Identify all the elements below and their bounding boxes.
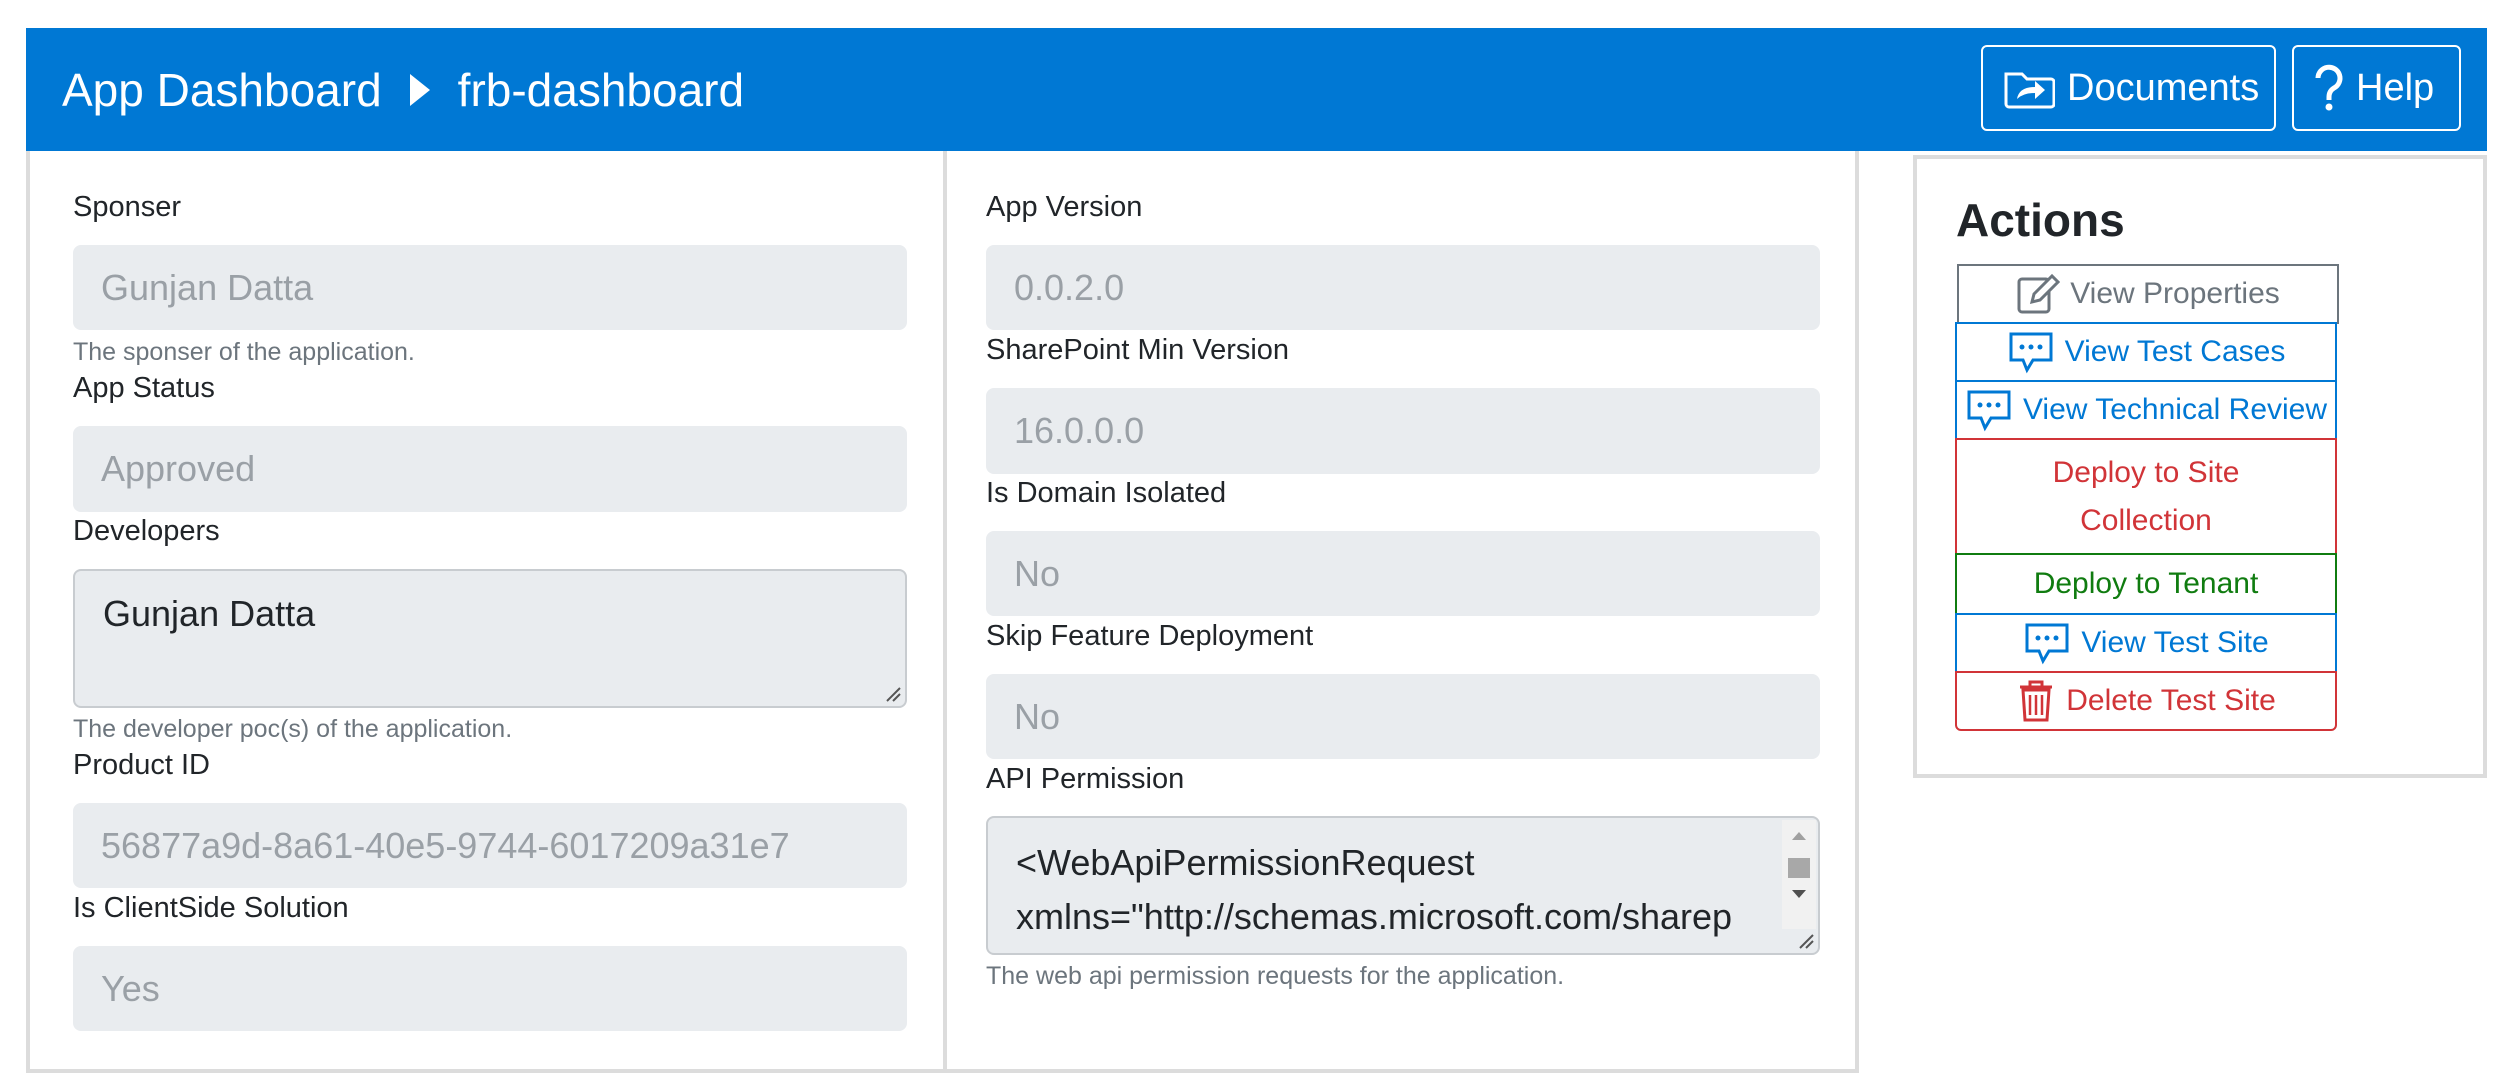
deploy-site-collection-label-1: Deploy to Site — [2052, 455, 2240, 489]
comment-dots-icon — [2025, 623, 2069, 665]
developers-help: The developer poc(s) of the application. — [73, 715, 513, 743]
version-label: App Version — [986, 191, 1143, 223]
developers-label: Developers — [73, 515, 220, 547]
sp-min-version-label: SharePoint Min Version — [986, 334, 1290, 366]
trash-icon — [2020, 680, 2053, 722]
api-permission-help: The web api permission requests for the … — [986, 962, 1565, 990]
status-field[interactable]: Approved — [73, 426, 907, 512]
view-technical-review-button[interactable]: View Technical Review — [1955, 380, 2337, 440]
clientside-field[interactable]: Yes — [73, 946, 907, 1031]
breadcrumb-current: frb-dashboard — [457, 63, 745, 116]
delete-test-site-label: Delete Test Site — [2066, 684, 2276, 717]
sponser-label: Sponser — [73, 191, 182, 223]
documents-button[interactable]: Documents — [1981, 45, 2276, 131]
api-permission-scrollbar[interactable] — [1782, 820, 1816, 929]
sponser-help: The sponser of the application. — [73, 338, 415, 366]
developers-value: Gunjan Datta — [103, 593, 316, 634]
comment-dots-icon — [2009, 332, 2053, 374]
delete-test-site-button[interactable]: Delete Test Site — [1955, 671, 2337, 731]
actions-panel: Actions View Properties View Test Cases … — [1913, 155, 2487, 778]
resize-grip-icon[interactable] — [883, 684, 901, 702]
scroll-down-arrow-icon[interactable] — [1782, 882, 1816, 906]
help-button[interactable]: Help — [2292, 45, 2461, 131]
breadcrumb: App Dashboard frb-dashboard — [62, 28, 744, 151]
app-header: App Dashboard frb-dashboard Documents He… — [26, 28, 2487, 151]
edit-icon — [2017, 273, 2061, 314]
deploy-tenant-button[interactable]: Deploy to Tenant — [1955, 553, 2337, 615]
folder-share-icon — [2004, 72, 2055, 109]
view-properties-button[interactable]: View Properties — [1957, 264, 2339, 324]
api-permission-line-1: <WebApiPermissionRequest — [1016, 842, 1475, 883]
sp-min-version-field[interactable]: 16.0.0.0 — [986, 388, 1820, 474]
clientside-label: Is ClientSide Solution — [73, 892, 349, 924]
breadcrumb-root[interactable]: App Dashboard — [62, 63, 382, 117]
view-test-cases-label: View Test Cases — [2064, 335, 2286, 368]
view-test-site-button[interactable]: View Test Site — [1955, 613, 2337, 673]
product-id-field[interactable]: 56877a9d-8a61-40e5-9744-6017209a31e7 — [73, 803, 907, 888]
comment-dots-icon — [1967, 390, 2011, 432]
view-test-cases-button[interactable]: View Test Cases — [1955, 322, 2337, 382]
right-properties-panel: App Version 0.0.2.0 SharePoint Min Versi… — [943, 151, 1859, 1073]
view-test-site-label: View Test Site — [2081, 626, 2269, 659]
api-permission-label: API Permission — [986, 763, 1185, 795]
actions-title: Actions — [1956, 194, 2125, 246]
sponser-field[interactable]: Gunjan Datta — [73, 245, 907, 330]
documents-label: Documents — [2067, 66, 2260, 109]
resize-grip-icon[interactable] — [1796, 931, 1814, 949]
developers-textarea[interactable]: Gunjan Datta — [73, 569, 907, 708]
help-label: Help — [2356, 66, 2435, 109]
domain-isolated-field[interactable]: No — [986, 531, 1820, 616]
product-id-label: Product ID — [73, 749, 210, 781]
version-field[interactable]: 0.0.2.0 — [986, 245, 1820, 330]
deploy-site-collection-button[interactable]: Deploy to Site Collection — [1955, 438, 2337, 555]
view-technical-review-label: View Technical Review — [2022, 393, 2328, 426]
skip-feature-label: Skip Feature Deployment — [986, 620, 1314, 652]
api-permission-textarea[interactable]: <WebApiPermissionRequest xmlns="http://s… — [986, 816, 1820, 955]
question-icon — [2315, 64, 2343, 111]
view-properties-label: View Properties — [2070, 277, 2280, 310]
caret-right-icon — [409, 73, 430, 106]
api-permission-line-2: xmlns="http://schemas.microsoft.com/shar… — [1016, 896, 1733, 937]
deploy-site-collection-label-2: Collection — [2080, 503, 2212, 537]
domain-isolated-label: Is Domain Isolated — [986, 477, 1227, 509]
scroll-up-arrow-icon[interactable] — [1782, 824, 1816, 848]
left-properties-panel: Sponser Gunjan Datta The sponser of the … — [26, 151, 947, 1073]
status-label: App Status — [73, 372, 215, 404]
scroll-thumb[interactable] — [1788, 858, 1810, 878]
deploy-tenant-label: Deploy to Tenant — [2033, 567, 2259, 600]
skip-feature-field[interactable]: No — [986, 674, 1820, 759]
